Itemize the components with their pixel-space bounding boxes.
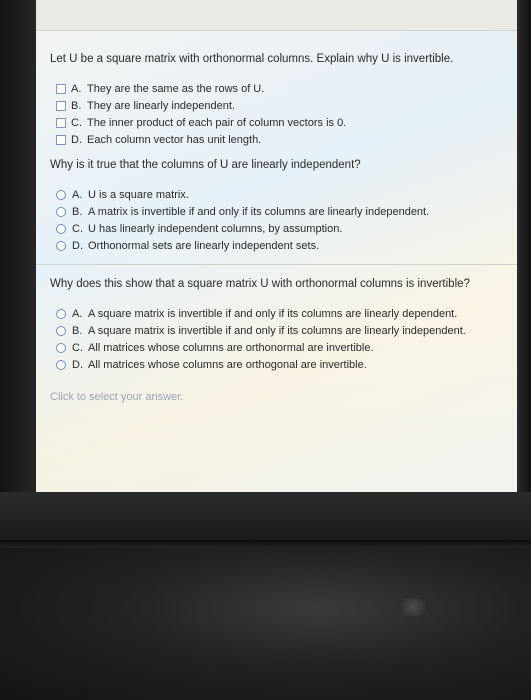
screen-bezel-right [517, 0, 531, 520]
option-text: They are linearly independent. [87, 99, 235, 112]
option-text: The inner product of each pair of column… [87, 116, 347, 129]
q3-option-d[interactable]: D. All matrices whose columns are orthog… [56, 356, 505, 373]
option-text: A square matrix is invertible if and onl… [88, 307, 458, 320]
checkbox[interactable] [56, 83, 66, 94]
laptop-logo [395, 598, 431, 616]
option-letter: D. [72, 239, 83, 252]
option-text: Each column vector has unit length. [87, 133, 262, 146]
q2-option-b[interactable]: B. A matrix is invertible if and only if… [56, 203, 505, 220]
question-panel: Let U be a square matrix with orthonorma… [36, 52, 517, 403]
option-letter: B. [72, 205, 83, 218]
q3-option-b[interactable]: B. A square matrix is invertible if and … [56, 322, 505, 339]
option-text: U is a square matrix. [88, 188, 189, 201]
question-1-options: A. They are the same as the rows of U. B… [50, 80, 505, 148]
question-2-text: Why is it true that the columns of U are… [50, 159, 361, 171]
radio-button[interactable] [56, 325, 66, 336]
screen-bezel-left [0, 0, 36, 520]
q1-option-c[interactable]: C. The inner product of each pair of col… [56, 114, 505, 131]
question-3-options: A. A square matrix is invertible if and … [50, 305, 505, 373]
checkbox[interactable] [56, 134, 66, 145]
browser-top-bar [36, 0, 517, 31]
option-letter: A. [72, 307, 83, 320]
radio-button[interactable] [56, 359, 66, 370]
option-letter: C. [72, 222, 83, 235]
option-letter: C. [71, 116, 82, 129]
option-text: A square matrix is invertible if and onl… [88, 324, 466, 337]
option-text: They are the same as the rows of U. [87, 82, 265, 95]
option-letter: A. [72, 188, 83, 201]
question-3-text: Why does this show that a square matrix … [50, 278, 470, 290]
option-text: All matrices whose columns are orthonorm… [88, 341, 374, 354]
q3-option-c[interactable]: C. All matrices whose columns are orthon… [56, 339, 505, 356]
radio-button[interactable] [56, 308, 66, 319]
q2-option-d[interactable]: D. Orthonormal sets are linearly indepen… [56, 237, 505, 254]
option-text: U has linearly independent columns, by a… [88, 222, 343, 235]
checkbox[interactable] [56, 100, 66, 111]
q2-option-c[interactable]: C. U has linearly independent columns, b… [56, 220, 505, 237]
option-letter: A. [71, 82, 82, 95]
q1-option-d[interactable]: D. Each column vector has unit length. [56, 131, 505, 148]
option-text: All matrices whose columns are orthogona… [88, 358, 367, 371]
radio-button[interactable] [56, 223, 66, 234]
laptop-keyboard-deck [0, 548, 531, 700]
q1-option-a[interactable]: A. They are the same as the rows of U. [56, 80, 505, 97]
radio-button[interactable] [56, 189, 66, 200]
select-answer-hint: Click to select your answer. [50, 391, 184, 403]
option-letter: B. [72, 324, 83, 337]
checkbox[interactable] [56, 117, 66, 128]
radio-button[interactable] [56, 240, 66, 251]
option-letter: C. [72, 341, 83, 354]
option-letter: D. [72, 358, 83, 371]
divider [36, 264, 517, 265]
q1-option-b[interactable]: B. They are linearly independent. [56, 97, 505, 114]
laptop-screen: Let U be a square matrix with orthonorma… [36, 0, 517, 492]
question-2-options: A. U is a square matrix. B. A matrix is … [50, 186, 505, 254]
radio-button[interactable] [56, 342, 66, 353]
option-letter: D. [71, 133, 82, 146]
radio-button[interactable] [56, 206, 66, 217]
option-letter: B. [71, 99, 82, 112]
question-1-text: Let U be a square matrix with orthonorma… [50, 53, 454, 65]
option-text: Orthonormal sets are linearly independen… [88, 239, 320, 252]
q2-option-a[interactable]: A. U is a square matrix. [56, 186, 505, 203]
option-text: A matrix is invertible if and only if it… [88, 205, 430, 218]
q3-option-a[interactable]: A. A square matrix is invertible if and … [56, 305, 505, 322]
